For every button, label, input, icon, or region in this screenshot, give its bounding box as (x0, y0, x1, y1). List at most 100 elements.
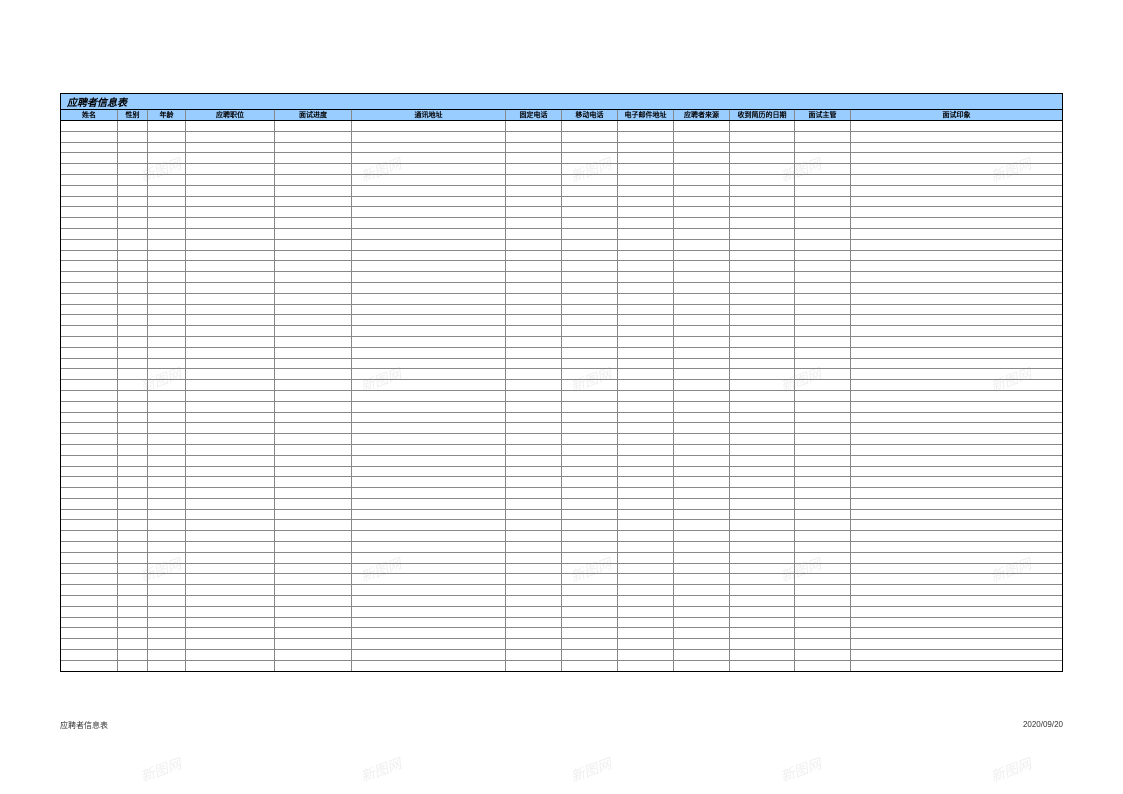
table-cell (118, 229, 148, 239)
table-cell (618, 607, 674, 617)
table-cell (118, 542, 148, 552)
table-cell (562, 542, 618, 552)
table-cell (148, 164, 186, 174)
table-cell (795, 542, 851, 552)
table-row (61, 530, 1062, 541)
table-cell (352, 564, 506, 574)
table-cell (506, 337, 562, 347)
table-cell (352, 207, 506, 217)
table-cell (352, 553, 506, 563)
table-cell (61, 186, 118, 196)
table-cell (118, 456, 148, 466)
table-cell (275, 574, 352, 584)
table-row (61, 552, 1062, 563)
table-cell (851, 207, 1062, 217)
table-cell (562, 315, 618, 325)
footer-right: 2020/09/20 (1023, 720, 1063, 731)
table-cell (186, 391, 275, 401)
table-cell (506, 218, 562, 228)
table-cell (118, 402, 148, 412)
table-cell (352, 283, 506, 293)
table-cell (851, 132, 1062, 142)
table-cell (61, 456, 118, 466)
table-cell (186, 294, 275, 304)
table-cell (352, 650, 506, 660)
table-cell (506, 359, 562, 369)
table-cell (61, 121, 118, 131)
table-cell (148, 467, 186, 477)
table-cell (851, 618, 1062, 628)
watermark: 新图网 (778, 753, 824, 786)
table-cell (186, 574, 275, 584)
table-cell (674, 520, 730, 530)
table-cell (275, 132, 352, 142)
table-cell (730, 467, 795, 477)
table-cell (851, 305, 1062, 315)
table-cell (730, 153, 795, 163)
table-cell (618, 197, 674, 207)
table-cell (795, 218, 851, 228)
form-page: 应聘者信息表 姓名 性别 年龄 应聘职位 面试进度 通讯地址 固定电话 移动电话… (60, 93, 1063, 672)
table-cell (562, 661, 618, 671)
table-cell (795, 499, 851, 509)
table-cell (506, 467, 562, 477)
table-cell (674, 348, 730, 358)
table-cell (730, 650, 795, 660)
table-cell (795, 294, 851, 304)
table-cell (275, 305, 352, 315)
table-cell (674, 531, 730, 541)
table-cell (562, 553, 618, 563)
table-cell (618, 175, 674, 185)
table-cell (186, 423, 275, 433)
table-cell (148, 520, 186, 530)
table-cell (618, 143, 674, 153)
table-cell (618, 348, 674, 358)
table-cell (61, 337, 118, 347)
table-cell (352, 531, 506, 541)
table-cell (730, 510, 795, 520)
table-cell (118, 467, 148, 477)
col-header-name: 姓名 (61, 110, 118, 120)
table-cell (562, 423, 618, 433)
table-cell (562, 628, 618, 638)
table-row (61, 412, 1062, 423)
table-cell (730, 585, 795, 595)
table-cell (795, 564, 851, 574)
table-cell (674, 618, 730, 628)
table-cell (352, 391, 506, 401)
table-cell (118, 596, 148, 606)
table-cell (795, 283, 851, 293)
table-cell (730, 402, 795, 412)
table-cell (148, 261, 186, 271)
table-cell (562, 607, 618, 617)
table-cell (674, 229, 730, 239)
table-cell (148, 650, 186, 660)
table-cell (352, 574, 506, 584)
table-cell (118, 423, 148, 433)
table-cell (61, 628, 118, 638)
table-row (61, 347, 1062, 358)
table-cell (851, 434, 1062, 444)
table-cell (562, 272, 618, 282)
table-cell (674, 272, 730, 282)
table-cell (851, 596, 1062, 606)
table-cell (851, 251, 1062, 261)
table-cell (562, 564, 618, 574)
table-cell (851, 272, 1062, 282)
table-cell (352, 272, 506, 282)
table-row (61, 239, 1062, 250)
table-cell (851, 315, 1062, 325)
table-cell (674, 596, 730, 606)
table-cell (148, 661, 186, 671)
page-footer: 应聘者信息表 2020/09/20 (60, 720, 1063, 731)
table-cell (674, 467, 730, 477)
table-cell (148, 369, 186, 379)
table-cell (61, 607, 118, 617)
table-cell (352, 607, 506, 617)
table-cell (851, 542, 1062, 552)
table-cell (352, 294, 506, 304)
table-cell (562, 359, 618, 369)
table-cell (352, 251, 506, 261)
table-cell (562, 186, 618, 196)
table-cell (851, 121, 1062, 131)
